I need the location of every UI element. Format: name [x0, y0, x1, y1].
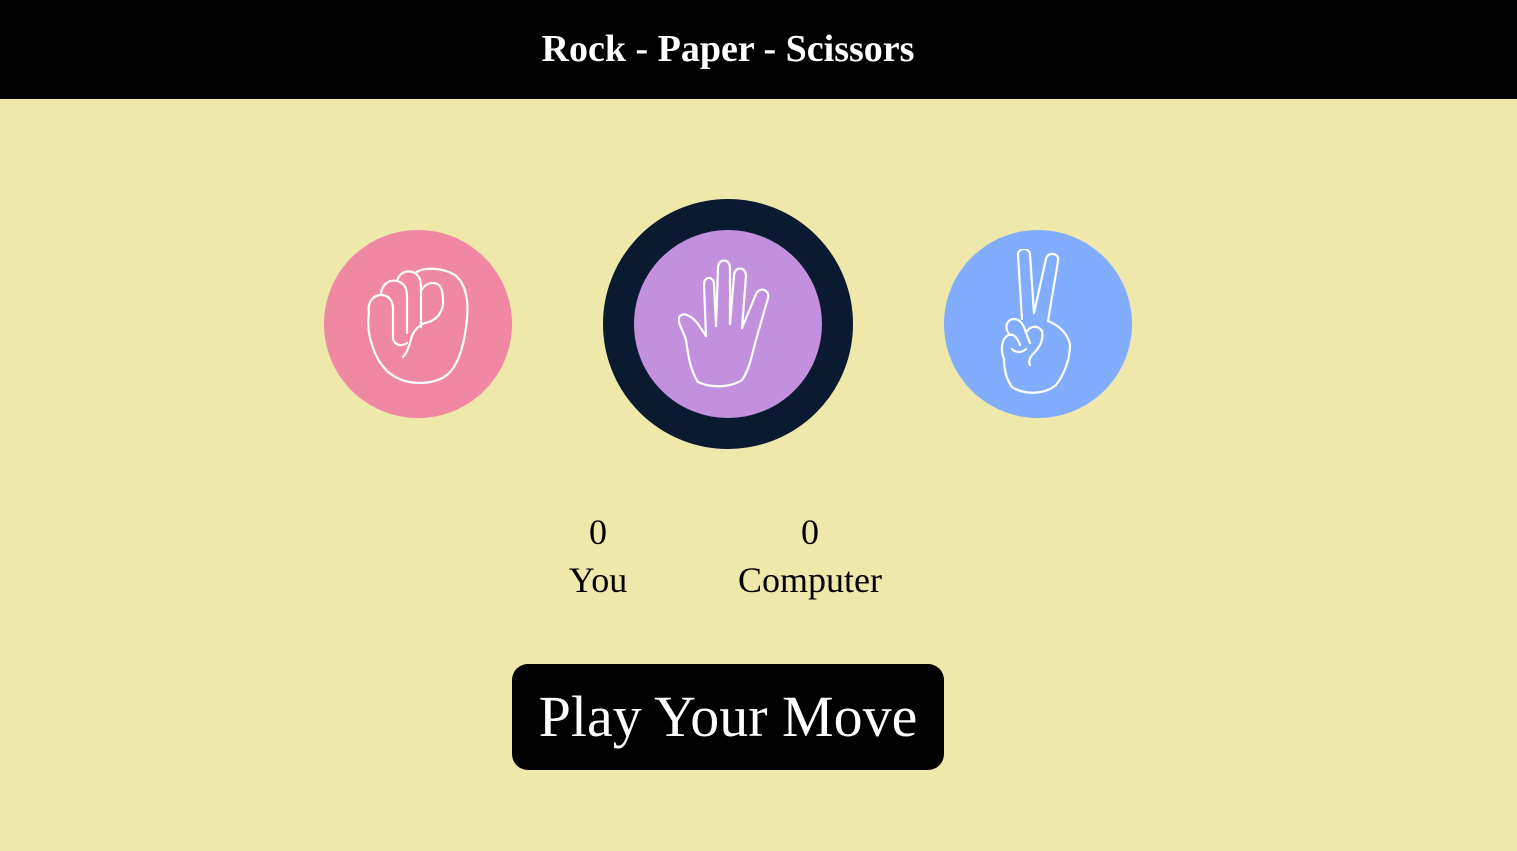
score-you-value: 0 — [589, 512, 607, 552]
page-title: Rock - Paper - Scissors — [541, 28, 915, 70]
rock-choice[interactable] — [324, 230, 512, 418]
score-you: 0 You — [548, 508, 648, 604]
paper-choice[interactable] — [603, 199, 853, 449]
score-computer-value: 0 — [801, 512, 819, 552]
score-you-label: You — [568, 560, 628, 600]
peace-hand-icon — [1000, 249, 1072, 394]
score-computer: 0 Computer — [710, 508, 910, 604]
score-computer-label: Computer — [738, 560, 882, 600]
fist-icon — [367, 267, 469, 384]
scissors-choice[interactable] — [944, 230, 1132, 418]
header-bar: Rock - Paper - Scissors — [0, 0, 1517, 99]
open-hand-icon — [678, 259, 770, 388]
play-move-button[interactable]: Play Your Move — [512, 664, 944, 770]
